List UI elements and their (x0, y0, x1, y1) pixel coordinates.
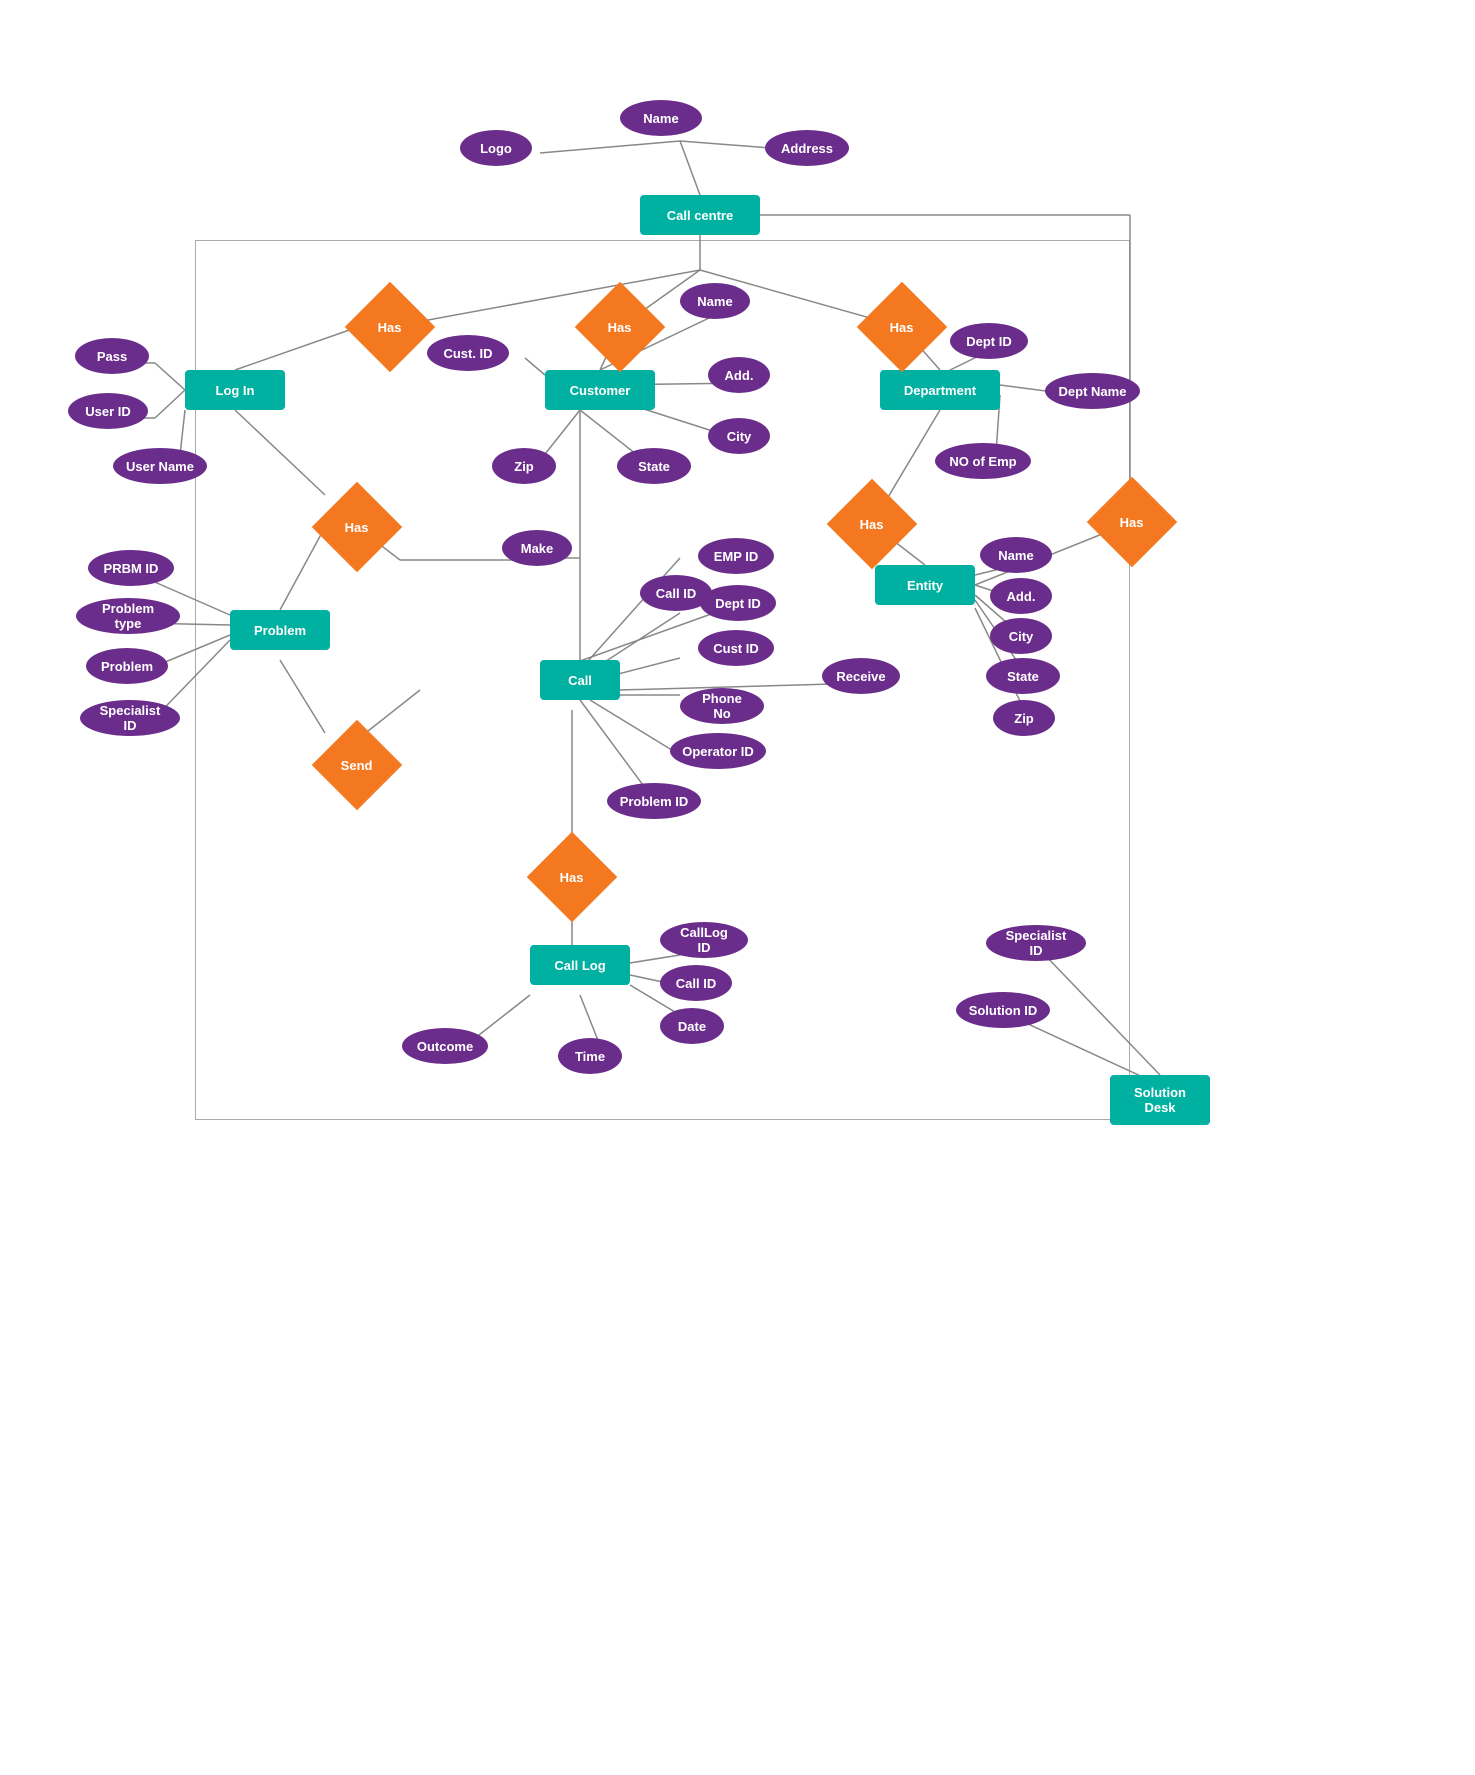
entity-call-centre: Call centre (640, 195, 760, 235)
attr-zip-cust: Zip (492, 448, 556, 484)
entity-solution-desk: Solution Desk (1110, 1075, 1210, 1125)
attr-solution-id: Solution ID (956, 992, 1050, 1028)
attr-name-cust: Name (680, 283, 750, 319)
attr-emp-id: EMP ID (698, 538, 774, 574)
attr-dept-id2: Dept ID (700, 585, 776, 621)
attr-logo: Logo (460, 130, 532, 166)
attr-operator-id: Operator ID (670, 733, 766, 769)
rel-has1: Has (345, 282, 436, 373)
attr-specialist-id: Specialist ID (80, 700, 180, 736)
attr-call-id2: Call ID (660, 965, 732, 1001)
entity-customer: Customer (545, 370, 655, 410)
rel-has3: Has (857, 282, 948, 373)
attr-no-emp: NO of Emp (935, 443, 1031, 479)
attr-name-entity: Name (980, 537, 1052, 573)
attr-user-id: User ID (68, 393, 148, 429)
attr-calllog-id: CallLog ID (660, 922, 748, 958)
rel-has4: Has (312, 482, 403, 573)
rel-send: Send (312, 720, 403, 811)
attr-problem: Problem (86, 648, 168, 684)
attr-specialist-id2: Specialist ID (986, 925, 1086, 961)
entity-call: Call (540, 660, 620, 700)
rel-has2: Has (575, 282, 666, 373)
attr-prbm-id: PRBM ID (88, 550, 174, 586)
entity-problem: Problem (230, 610, 330, 650)
attr-state-cust: State (617, 448, 691, 484)
attr-outcome: Outcome (402, 1028, 488, 1064)
attr-make: Make (502, 530, 572, 566)
connection-lines (0, 0, 1475, 1775)
attr-time: Time (558, 1038, 622, 1074)
attr-name-top: Name (620, 100, 702, 136)
attr-date: Date (660, 1008, 724, 1044)
rel-has7: Has (527, 832, 618, 923)
attr-city-cust: City (708, 418, 770, 454)
entity-login: Log In (185, 370, 285, 410)
rel-has6: Has (1087, 477, 1178, 568)
entity-call-log: Call Log (530, 945, 630, 985)
attr-pass: Pass (75, 338, 149, 374)
attr-username: User Name (113, 448, 207, 484)
entity-entity: Entity (875, 565, 975, 605)
entity-department: Department (880, 370, 1000, 410)
attr-dept-id: Dept ID (950, 323, 1028, 359)
rel-has5: Has (827, 479, 918, 570)
attr-add-cust: Add. (708, 357, 770, 393)
attr-dept-name: Dept Name (1045, 373, 1140, 409)
attr-city-entity: City (990, 618, 1052, 654)
attr-add-entity: Add. (990, 578, 1052, 614)
attr-phone-no: Phone No (680, 688, 764, 724)
attr-problem-id: Problem ID (607, 783, 701, 819)
attr-address-top: Address (765, 130, 849, 166)
attr-problem-type: Problem type (76, 598, 180, 634)
attr-zip-entity: Zip (993, 700, 1055, 736)
er-diagram: Call centre Log In Customer Department P… (0, 0, 1475, 1775)
attr-cust-id: Cust. ID (427, 335, 509, 371)
attr-state-entity: State (986, 658, 1060, 694)
attr-receive: Receive (822, 658, 900, 694)
attr-cust-id2: Cust ID (698, 630, 774, 666)
